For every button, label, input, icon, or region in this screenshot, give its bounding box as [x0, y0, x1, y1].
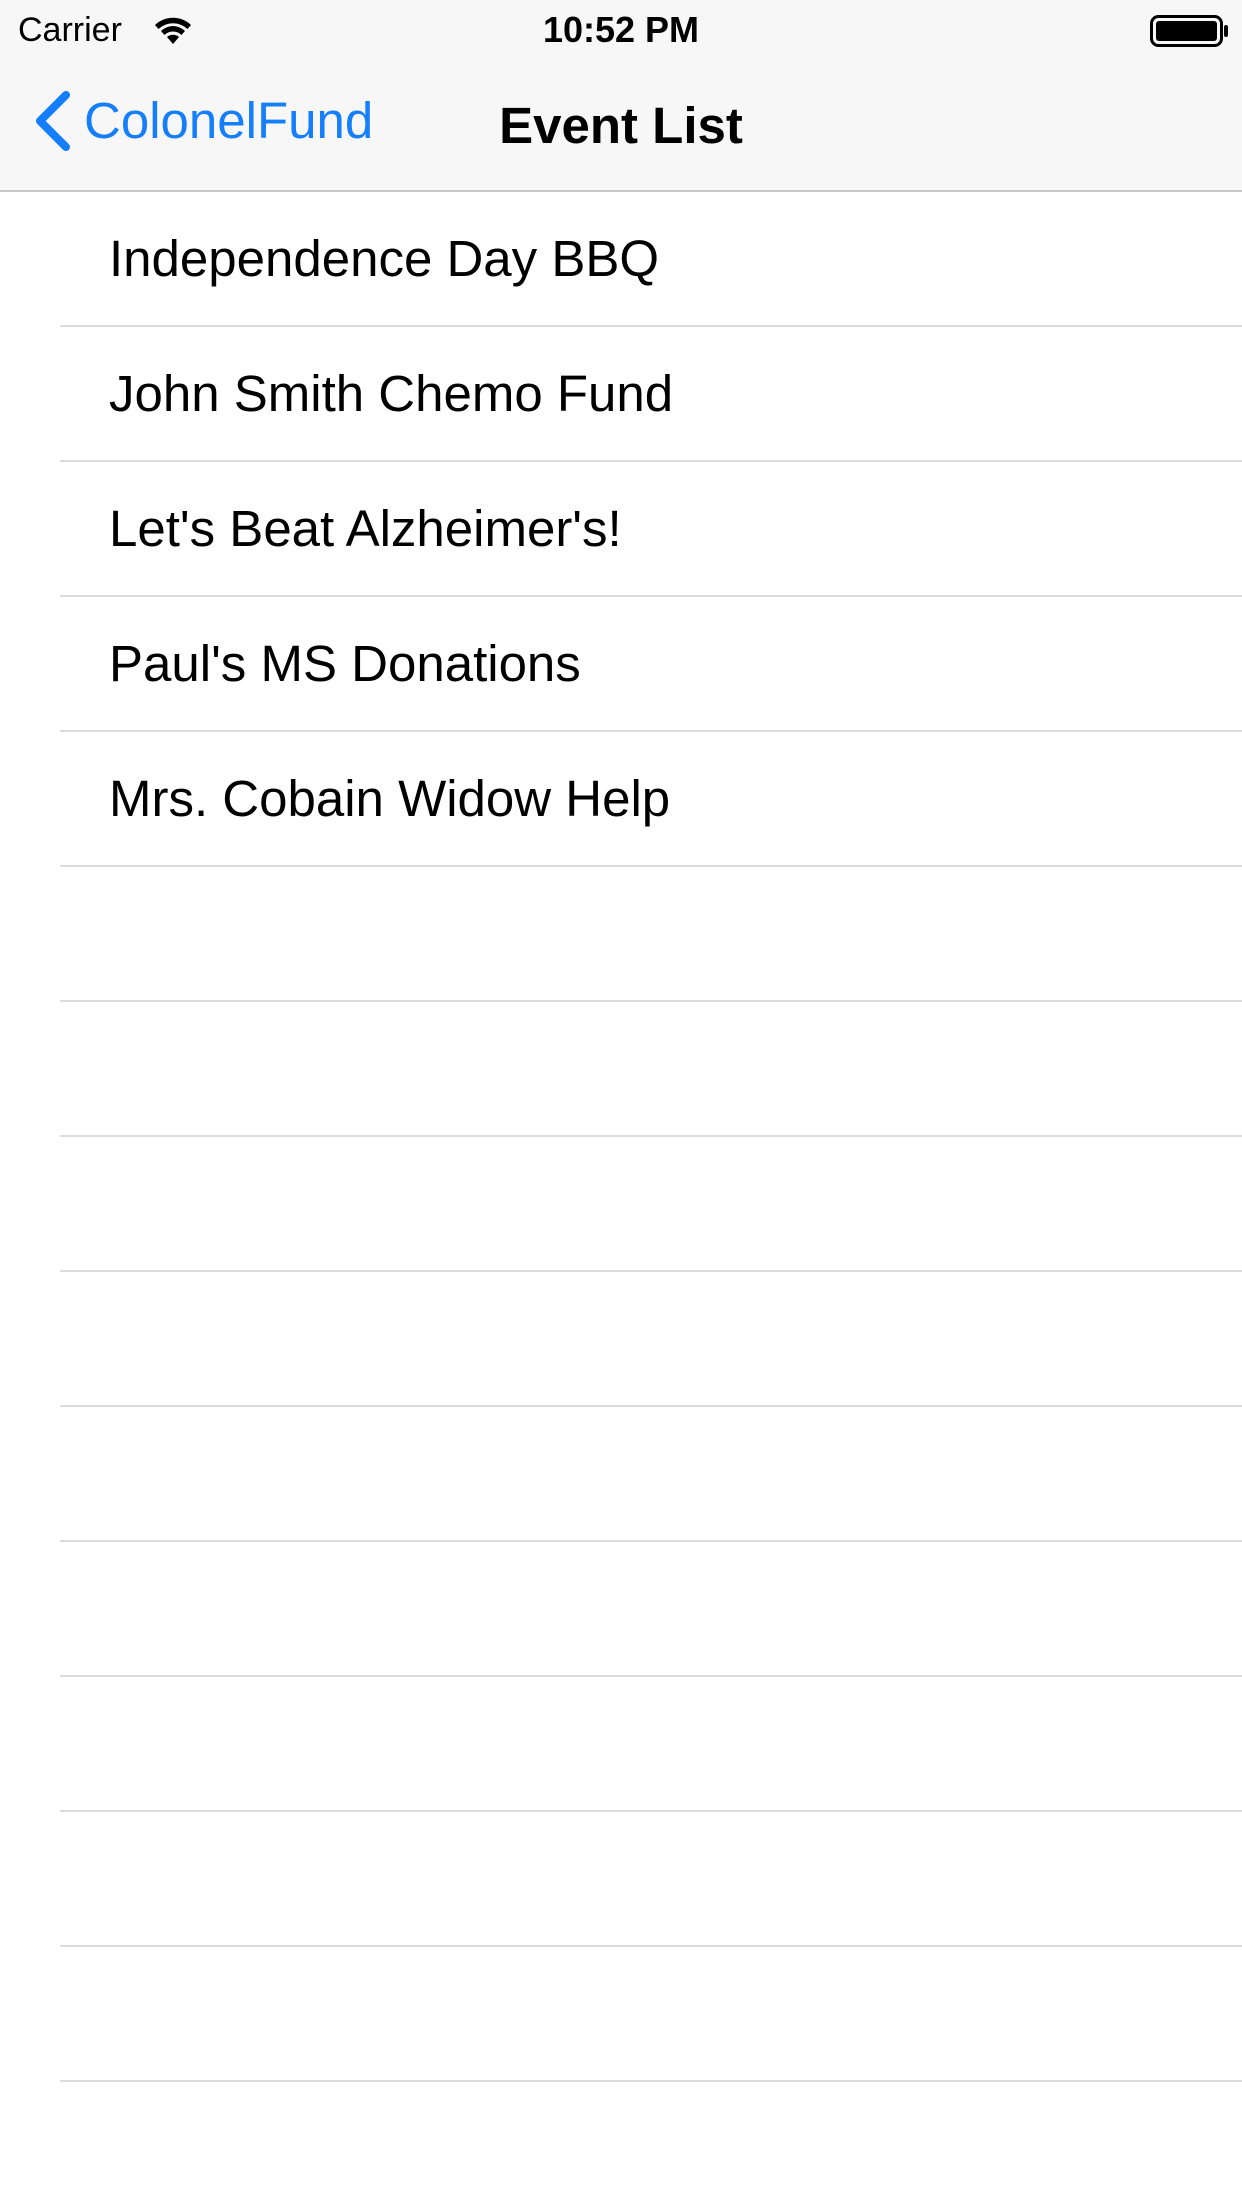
event-row[interactable]: Mrs. Cobain Widow Help: [0, 732, 1242, 867]
clock-time: 10:52 PM: [542, 9, 700, 50]
empty-row: [0, 1407, 1242, 1542]
event-row[interactable]: John Smith Chemo Fund: [0, 327, 1242, 462]
event-row[interactable]: Let's Beat Alzheimer's!: [0, 462, 1242, 597]
empty-row: [0, 2082, 1242, 2208]
event-row-label: Paul's MS Donations: [109, 635, 581, 692]
status-bar: Carrier 10:52 PM: [0, 0, 1242, 60]
empty-row: [0, 1272, 1242, 1407]
battery-icon: [1150, 15, 1228, 47]
event-row-label: Mrs. Cobain Widow Help: [109, 770, 671, 827]
empty-row: [0, 1947, 1242, 2082]
event-row-label: Independence Day BBQ: [109, 230, 660, 287]
empty-row: [0, 1812, 1242, 1947]
empty-row: [0, 1542, 1242, 1677]
empty-row: [0, 1137, 1242, 1272]
empty-row: [0, 1677, 1242, 1812]
empty-row: [0, 867, 1242, 1002]
navigation-bar: ColonelFund Event List: [0, 60, 1242, 192]
event-row[interactable]: Independence Day BBQ: [0, 192, 1242, 327]
event-row-label: Let's Beat Alzheimer's!: [109, 500, 622, 557]
empty-row: [0, 1002, 1242, 1137]
event-row[interactable]: Paul's MS Donations: [0, 597, 1242, 732]
event-row-label: John Smith Chemo Fund: [109, 365, 674, 422]
event-list-table: Independence Day BBQ John Smith Chemo Fu…: [0, 192, 1242, 2208]
page-title: Event List: [499, 97, 743, 154]
